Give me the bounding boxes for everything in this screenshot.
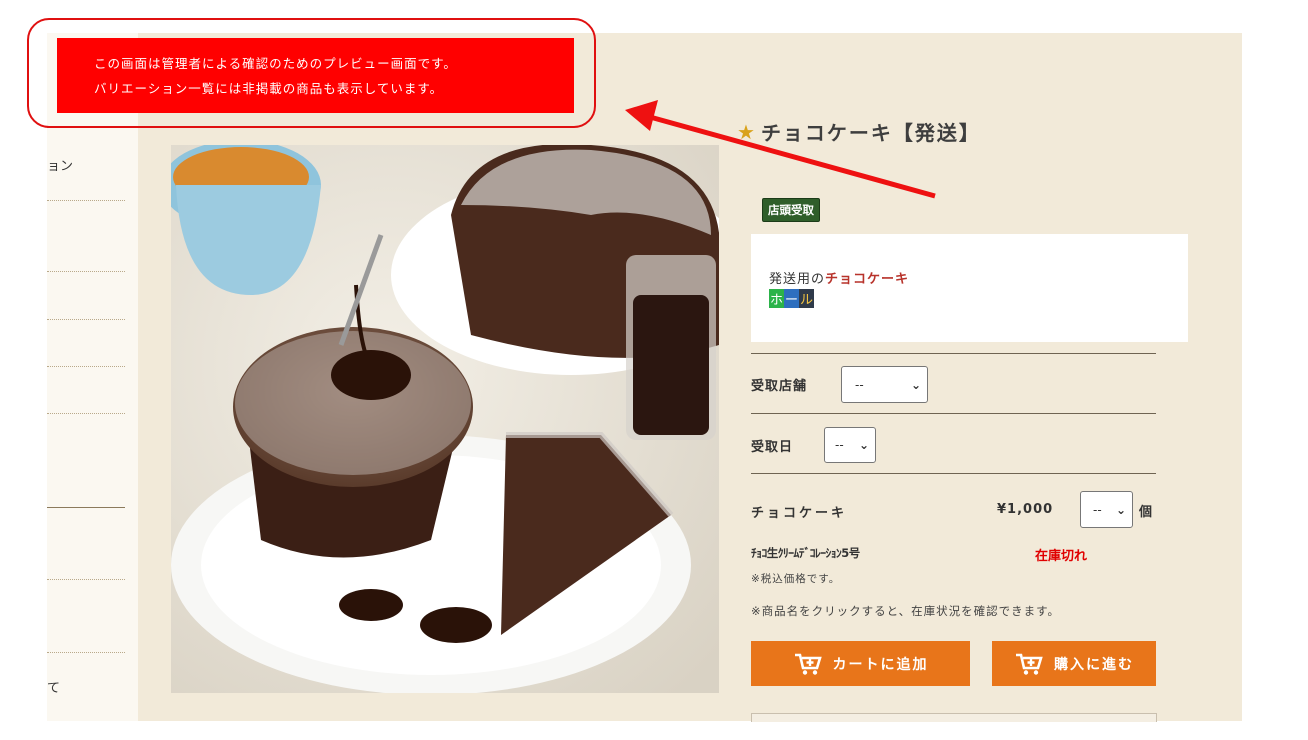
- store-select[interactable]: -- ⌄: [841, 366, 928, 403]
- hole-tag: ホール: [769, 289, 815, 308]
- store-select-value: --: [855, 377, 864, 392]
- store-label: 受取店舗: [751, 379, 808, 394]
- tax-note: ※税込価格です。: [751, 573, 841, 585]
- product-title: ★ チョコケーキ【発送】: [737, 117, 981, 146]
- hole-tag-char: ー: [784, 289, 800, 308]
- add-to-cart-label: カートに追加: [832, 656, 929, 673]
- quantity-select-value: --: [1093, 502, 1102, 517]
- chevron-down-icon: ⌄: [1115, 502, 1126, 517]
- date-select[interactable]: -- ⌄: [824, 427, 876, 463]
- stock-hint-note: ※商品名をクリックすると、在庫状況を確認できます。: [751, 604, 1061, 618]
- product-description: 発送用のチョコケーキ ホール: [751, 234, 1188, 342]
- divider: [751, 473, 1156, 474]
- hole-tag-char: ホ: [769, 289, 785, 308]
- item-price: ¥1,000: [997, 502, 1054, 517]
- chevron-down-icon: ⌄: [910, 377, 921, 392]
- description-text: 発送用のチョコケーキ: [769, 268, 909, 287]
- quantity-select[interactable]: -- ⌄: [1080, 491, 1133, 528]
- star-icon: ★: [737, 119, 757, 144]
- checkout-button[interactable]: 購入に進む: [992, 641, 1156, 686]
- quantity-unit: 個: [1139, 505, 1153, 520]
- chevron-down-icon: ⌄: [858, 438, 869, 452]
- cart-icon: [794, 653, 822, 675]
- stock-status: 在庫切れ: [1035, 549, 1088, 564]
- description-highlight: チョコケーキ: [825, 272, 910, 287]
- product-title-text: チョコケーキ【発送】: [760, 121, 981, 145]
- description-prefix: 発送用の: [769, 272, 826, 287]
- date-select-value: --: [835, 438, 844, 452]
- cart-icon: [1016, 653, 1043, 675]
- divider: [751, 353, 1156, 354]
- hole-tag-char: ル: [799, 289, 815, 308]
- item-name-link[interactable]: チョコケーキ: [751, 502, 847, 521]
- next-section-box: [751, 713, 1157, 722]
- checkout-label: 購入に進む: [1054, 656, 1134, 673]
- product-image: [171, 145, 719, 693]
- date-label: 受取日: [751, 440, 794, 455]
- store-pickup-badge: 店頭受取: [762, 198, 820, 222]
- variant-name-link[interactable]: ﾁｮｺ生ｸﾘｰﾑﾃﾞｺﾚｰｼｮﾝ5号: [751, 545, 860, 561]
- add-to-cart-button[interactable]: カートに追加: [751, 641, 970, 686]
- divider: [751, 413, 1156, 414]
